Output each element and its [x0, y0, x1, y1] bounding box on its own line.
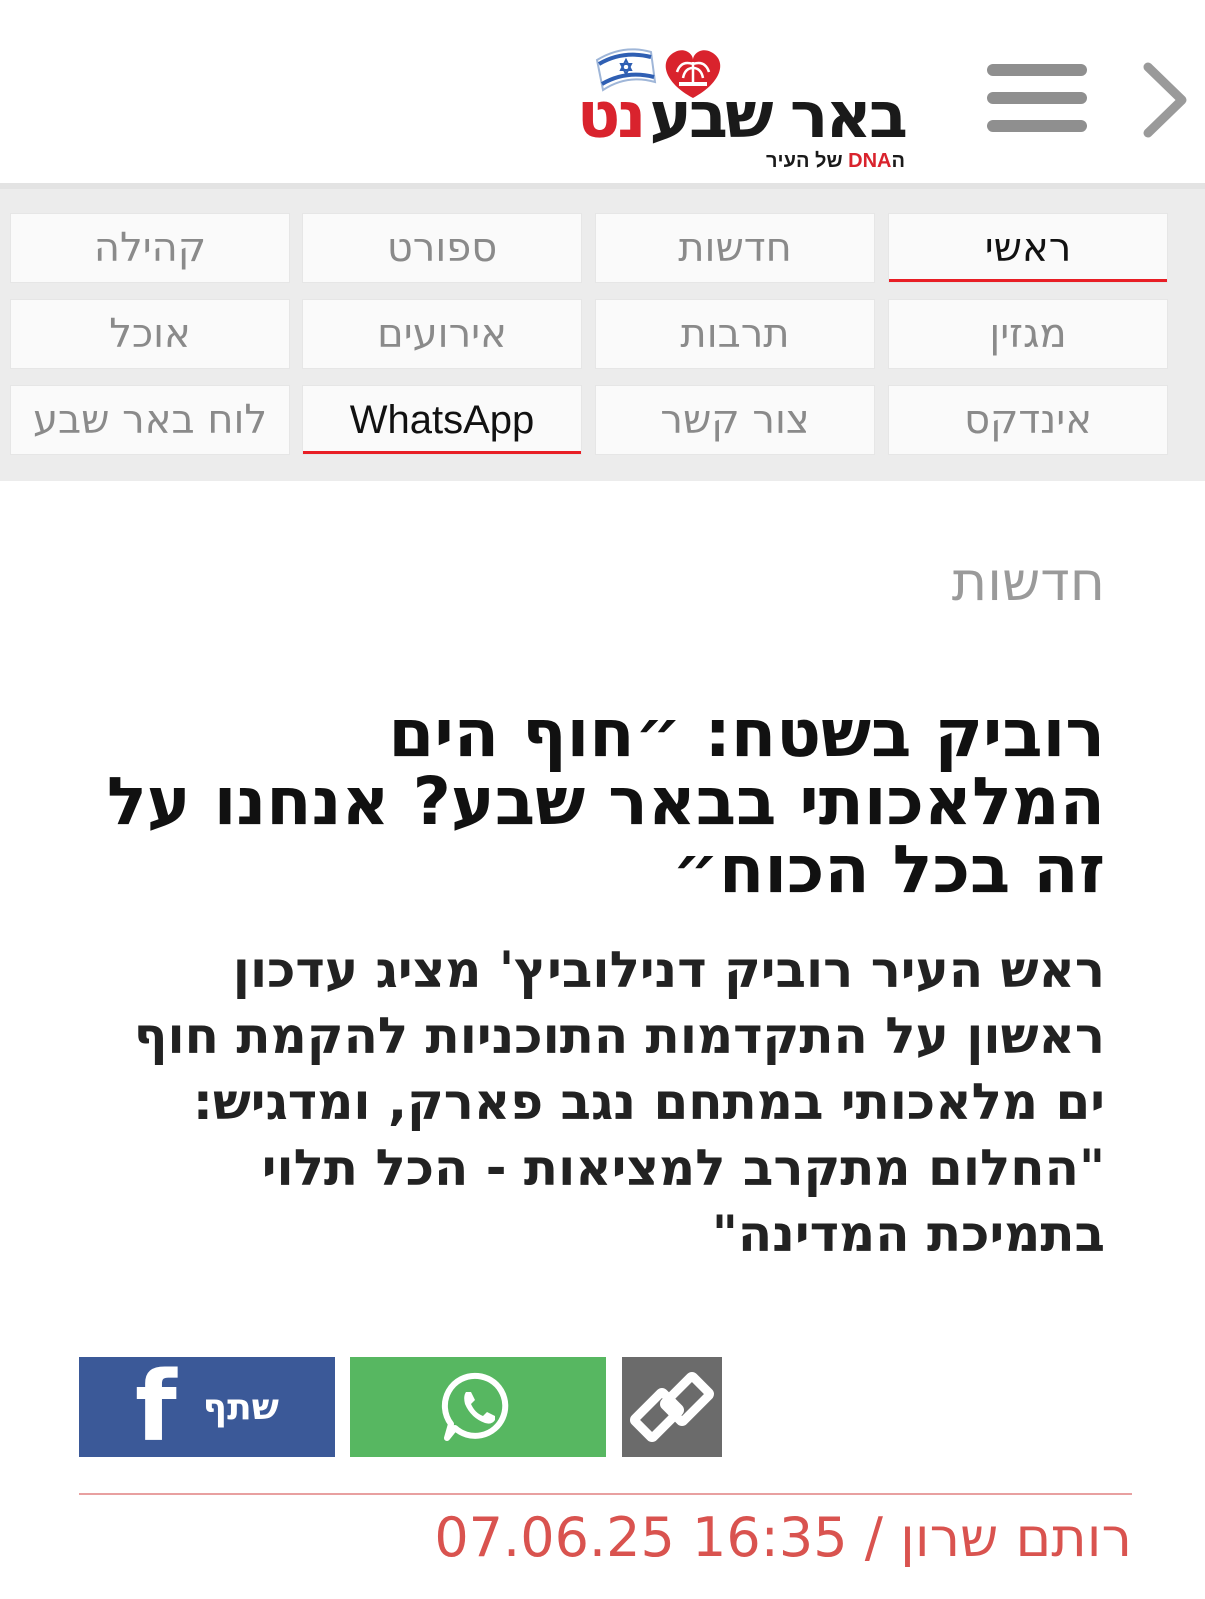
- back-button[interactable]: [1135, 58, 1195, 142]
- logo-name-main: באר שבע: [649, 79, 908, 153]
- menu-bar: [987, 92, 1087, 104]
- logo-name-accent: נט: [576, 79, 646, 153]
- nav-item-news[interactable]: חדשות: [595, 213, 875, 283]
- publish-timestamp: 07.06.25 16:35: [434, 1506, 848, 1569]
- tagline-prefix: ה: [891, 150, 905, 172]
- nav-item-food[interactable]: אוכל: [10, 299, 290, 369]
- nav-item-board[interactable]: לוח באר שבע: [10, 385, 290, 455]
- facebook-share-label: שתף: [202, 1386, 279, 1428]
- tagline-dna: DNA: [848, 150, 892, 172]
- nav-item-whatsapp[interactable]: WhatsApp: [302, 385, 582, 455]
- nav-item-culture[interactable]: תרבות: [595, 299, 875, 369]
- site-logo[interactable]: באר שבענט הDNA של העיר: [577, 36, 913, 176]
- category-nav: ראשי חדשות ספורט קהילה מגזין תרבות אירוע…: [0, 183, 1205, 481]
- copy-link-button[interactable]: [622, 1357, 722, 1457]
- nav-item-index[interactable]: אינדקס: [888, 385, 1168, 455]
- article-subheadline: ראש העיר רוביק דנילוביץ' מציג עדכון ראשו…: [133, 941, 1105, 1263]
- chain-link-icon: [629, 1371, 715, 1443]
- nav-item-events[interactable]: אירועים: [302, 299, 582, 369]
- menu-bar: [987, 120, 1087, 132]
- byline-separator: /: [864, 1506, 883, 1569]
- nav-item-home[interactable]: ראשי: [888, 213, 1168, 283]
- tagline-suffix: של העיר: [766, 150, 843, 172]
- article-category[interactable]: חדשות: [952, 550, 1105, 613]
- article-headline: רוביק בשטח: ״חוף הים המלאכותי בבאר שבע? …: [106, 695, 1105, 908]
- author-name[interactable]: רותם שרון: [900, 1506, 1132, 1569]
- facebook-share-button[interactable]: f שתף: [79, 1357, 335, 1457]
- facebook-f-icon: f: [135, 1351, 177, 1463]
- nav-item-magazine[interactable]: מגזין: [888, 299, 1168, 369]
- site-header: באר שבענט הDNA של העיר: [0, 0, 1205, 183]
- hamburger-menu-button[interactable]: [987, 64, 1087, 132]
- chevron-right-icon: [1143, 62, 1187, 138]
- logo-tagline: הDNA של העיר: [766, 150, 905, 173]
- whatsapp-icon: [441, 1372, 509, 1441]
- nav-item-community[interactable]: קהילה: [10, 213, 290, 283]
- whatsapp-share-button[interactable]: [350, 1357, 606, 1457]
- nav-item-contact[interactable]: צור קשר: [595, 385, 875, 455]
- menu-bar: [987, 64, 1087, 76]
- nav-item-sport[interactable]: ספורט: [302, 213, 582, 283]
- byline-divider: [79, 1493, 1132, 1495]
- logo-wordmark: באר שבענט: [577, 84, 908, 148]
- article-byline: רותם שרון / 07.06.25 16:35: [434, 1503, 1132, 1573]
